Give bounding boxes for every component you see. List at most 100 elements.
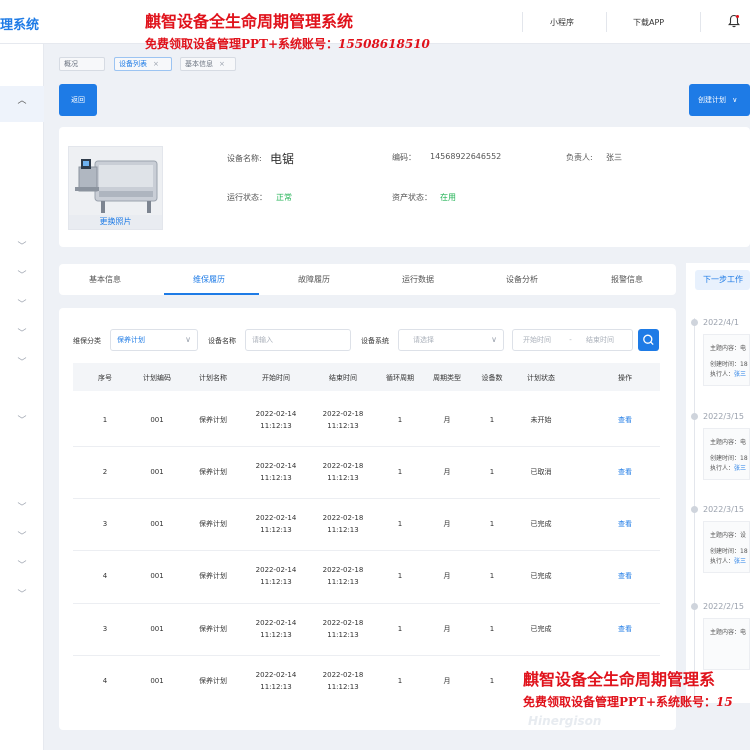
start-date-input[interactable]: 开始时间 [523, 336, 551, 344]
equipment-code-label: 编码： [392, 153, 416, 162]
end-date-input[interactable]: 结束时间 [586, 336, 614, 344]
timeline-executor: 执行人：张三 [710, 371, 747, 378]
equipment-name-filter-label: 设备名称 [208, 337, 236, 345]
tab-alarm-info[interactable]: 报警信息 [611, 274, 643, 285]
chevron-down-icon[interactable]: ﹀ [17, 243, 27, 252]
equipment-name-value: 电锯 [270, 152, 295, 166]
create-plan-button[interactable]: 创建计划 ∨ [689, 84, 750, 116]
table-cell: 保养计划 [199, 468, 227, 476]
row-divider [73, 603, 660, 604]
equipment-system-select[interactable]: 请选择 ∨ [398, 329, 504, 351]
machine-image [69, 147, 162, 217]
change-photo-button[interactable]: 更换照片 [69, 215, 162, 229]
timeline-card[interactable]: 主题内容：电 [703, 618, 750, 670]
range-separator: - [569, 336, 572, 344]
tab-maintenance-history[interactable]: 维保履历 [193, 274, 225, 285]
chevron-down-icon[interactable]: ﹀ [17, 417, 27, 426]
table-cell: 1 [397, 468, 403, 476]
table-cell: 001 [150, 468, 164, 476]
table-cell: 4 [102, 677, 108, 685]
next-work-button[interactable]: 下一步工作 [695, 270, 750, 290]
chevron-down-icon[interactable]: ﹀ [17, 301, 27, 310]
tab-basic-info[interactable]: 基本信息 [89, 274, 121, 285]
cell-end-time: 2022-02-18 11:12:13 [322, 566, 364, 586]
back-button[interactable]: 返回 [59, 84, 97, 116]
table-cell: 已完成 [530, 625, 552, 633]
column-header: 开始时间 [262, 374, 290, 382]
mini-program-link[interactable]: 小程序 [550, 17, 574, 28]
column-header: 操作 [618, 374, 632, 382]
table-cell: 001 [150, 520, 164, 528]
column-header: 周期类型 [433, 374, 461, 382]
table-cell: 保养计划 [199, 677, 227, 685]
timeline-text: 创建时间：18 [710, 548, 748, 555]
watermark-subtitle: 免费领取设备管理PPT+系统账号：15508618510 [145, 37, 430, 51]
chevron-down-icon: ∨ [491, 335, 497, 344]
tab-equipment-analysis[interactable]: 设备分析 [506, 274, 538, 285]
breadcrumb-tag[interactable]: 概况 [59, 57, 105, 71]
column-header: 结束时间 [329, 374, 357, 382]
timeline-executor: 执行人：张三 [710, 465, 747, 472]
watermark-logo: Hinergison [528, 714, 602, 728]
timeline-card[interactable]: 主题内容：设 创建时间：18 执行人：张三 [703, 521, 750, 573]
equipment-name-input[interactable]: 请输入 [245, 329, 351, 351]
equipment-photo: 更换照片 [68, 146, 163, 230]
view-link[interactable]: 查看 [618, 570, 632, 582]
column-header: 序号 [98, 374, 112, 382]
table-cell: 月 [443, 677, 451, 685]
column-header: 计划状态 [527, 374, 555, 382]
table-cell: 1 [489, 677, 495, 685]
table-cell: 001 [150, 677, 164, 685]
chevron-down-icon[interactable]: ﹀ [17, 533, 27, 542]
chevron-up-icon[interactable]: ︿ [17, 97, 27, 106]
search-button[interactable] [638, 329, 659, 351]
view-link[interactable]: 查看 [618, 466, 632, 478]
chevron-down-icon[interactable]: ﹀ [17, 562, 27, 571]
breadcrumb-tag[interactable]: 设备列表 × [114, 57, 172, 71]
sidebar [0, 44, 44, 750]
chevron-down-icon[interactable]: ﹀ [17, 591, 27, 600]
timeline-text: 创建时间：18 [710, 361, 748, 368]
tab-operation-data[interactable]: 运行数据 [402, 274, 434, 285]
chevron-down-icon[interactable]: ﹀ [17, 330, 27, 339]
table-cell: 月 [443, 416, 451, 424]
table-cell: 保养计划 [199, 625, 227, 633]
watermark-title-2: 麒智设备全生命周期管理系 [523, 670, 716, 689]
owner-value: 张三 [606, 153, 622, 162]
equipment-name-label: 设备名称: [227, 154, 262, 163]
timeline-date: 2022/3/15 [703, 412, 745, 421]
date-range-picker[interactable]: 开始时间 - 结束时间 [512, 329, 633, 351]
watermark-subtitle-2: 免费领取设备管理PPT+系统账号：15 [523, 695, 733, 709]
table-cell: 1 [102, 416, 108, 424]
table-cell: 已完成 [530, 520, 552, 528]
view-link[interactable]: 查看 [618, 623, 632, 635]
cell-end-time: 2022-02-18 11:12:13 [322, 619, 364, 639]
timeline-dot [691, 319, 698, 326]
table-cell: 3 [102, 520, 108, 528]
table-cell: 1 [489, 572, 495, 580]
download-app-link[interactable]: 下载APP [633, 17, 664, 28]
view-link[interactable]: 查看 [618, 414, 632, 426]
view-link[interactable]: 查看 [618, 518, 632, 530]
table-cell: 月 [443, 468, 451, 476]
chevron-down-icon[interactable]: ﹀ [17, 359, 27, 368]
active-tab-indicator [164, 293, 259, 295]
table-cell: 未开始 [530, 416, 552, 424]
category-select[interactable]: 保养计划 ∨ [110, 329, 198, 351]
chevron-down-icon[interactable]: ﹀ [17, 504, 27, 513]
tab-fault-history[interactable]: 故障履历 [298, 274, 330, 285]
divider [606, 12, 607, 32]
timeline-card[interactable]: 主题内容：电 创建时间：18 执行人：张三 [703, 428, 750, 480]
table-cell: 001 [150, 625, 164, 633]
chevron-down-icon[interactable]: ﹀ [17, 272, 27, 281]
bell-icon[interactable] [728, 14, 740, 28]
breadcrumb-tag[interactable]: 基本信息 × [180, 57, 236, 71]
row-divider [73, 550, 660, 551]
table-cell: 1 [489, 625, 495, 633]
timeline-date: 2022/2/15 [703, 602, 745, 611]
divider [700, 12, 701, 32]
close-icon[interactable]: × [153, 60, 159, 68]
equipment-code-value: 14568922646552 [430, 152, 502, 161]
close-icon[interactable]: × [219, 60, 225, 68]
timeline-card[interactable]: 主题内容：电 创建时间：18 执行人：张三 [703, 334, 750, 386]
